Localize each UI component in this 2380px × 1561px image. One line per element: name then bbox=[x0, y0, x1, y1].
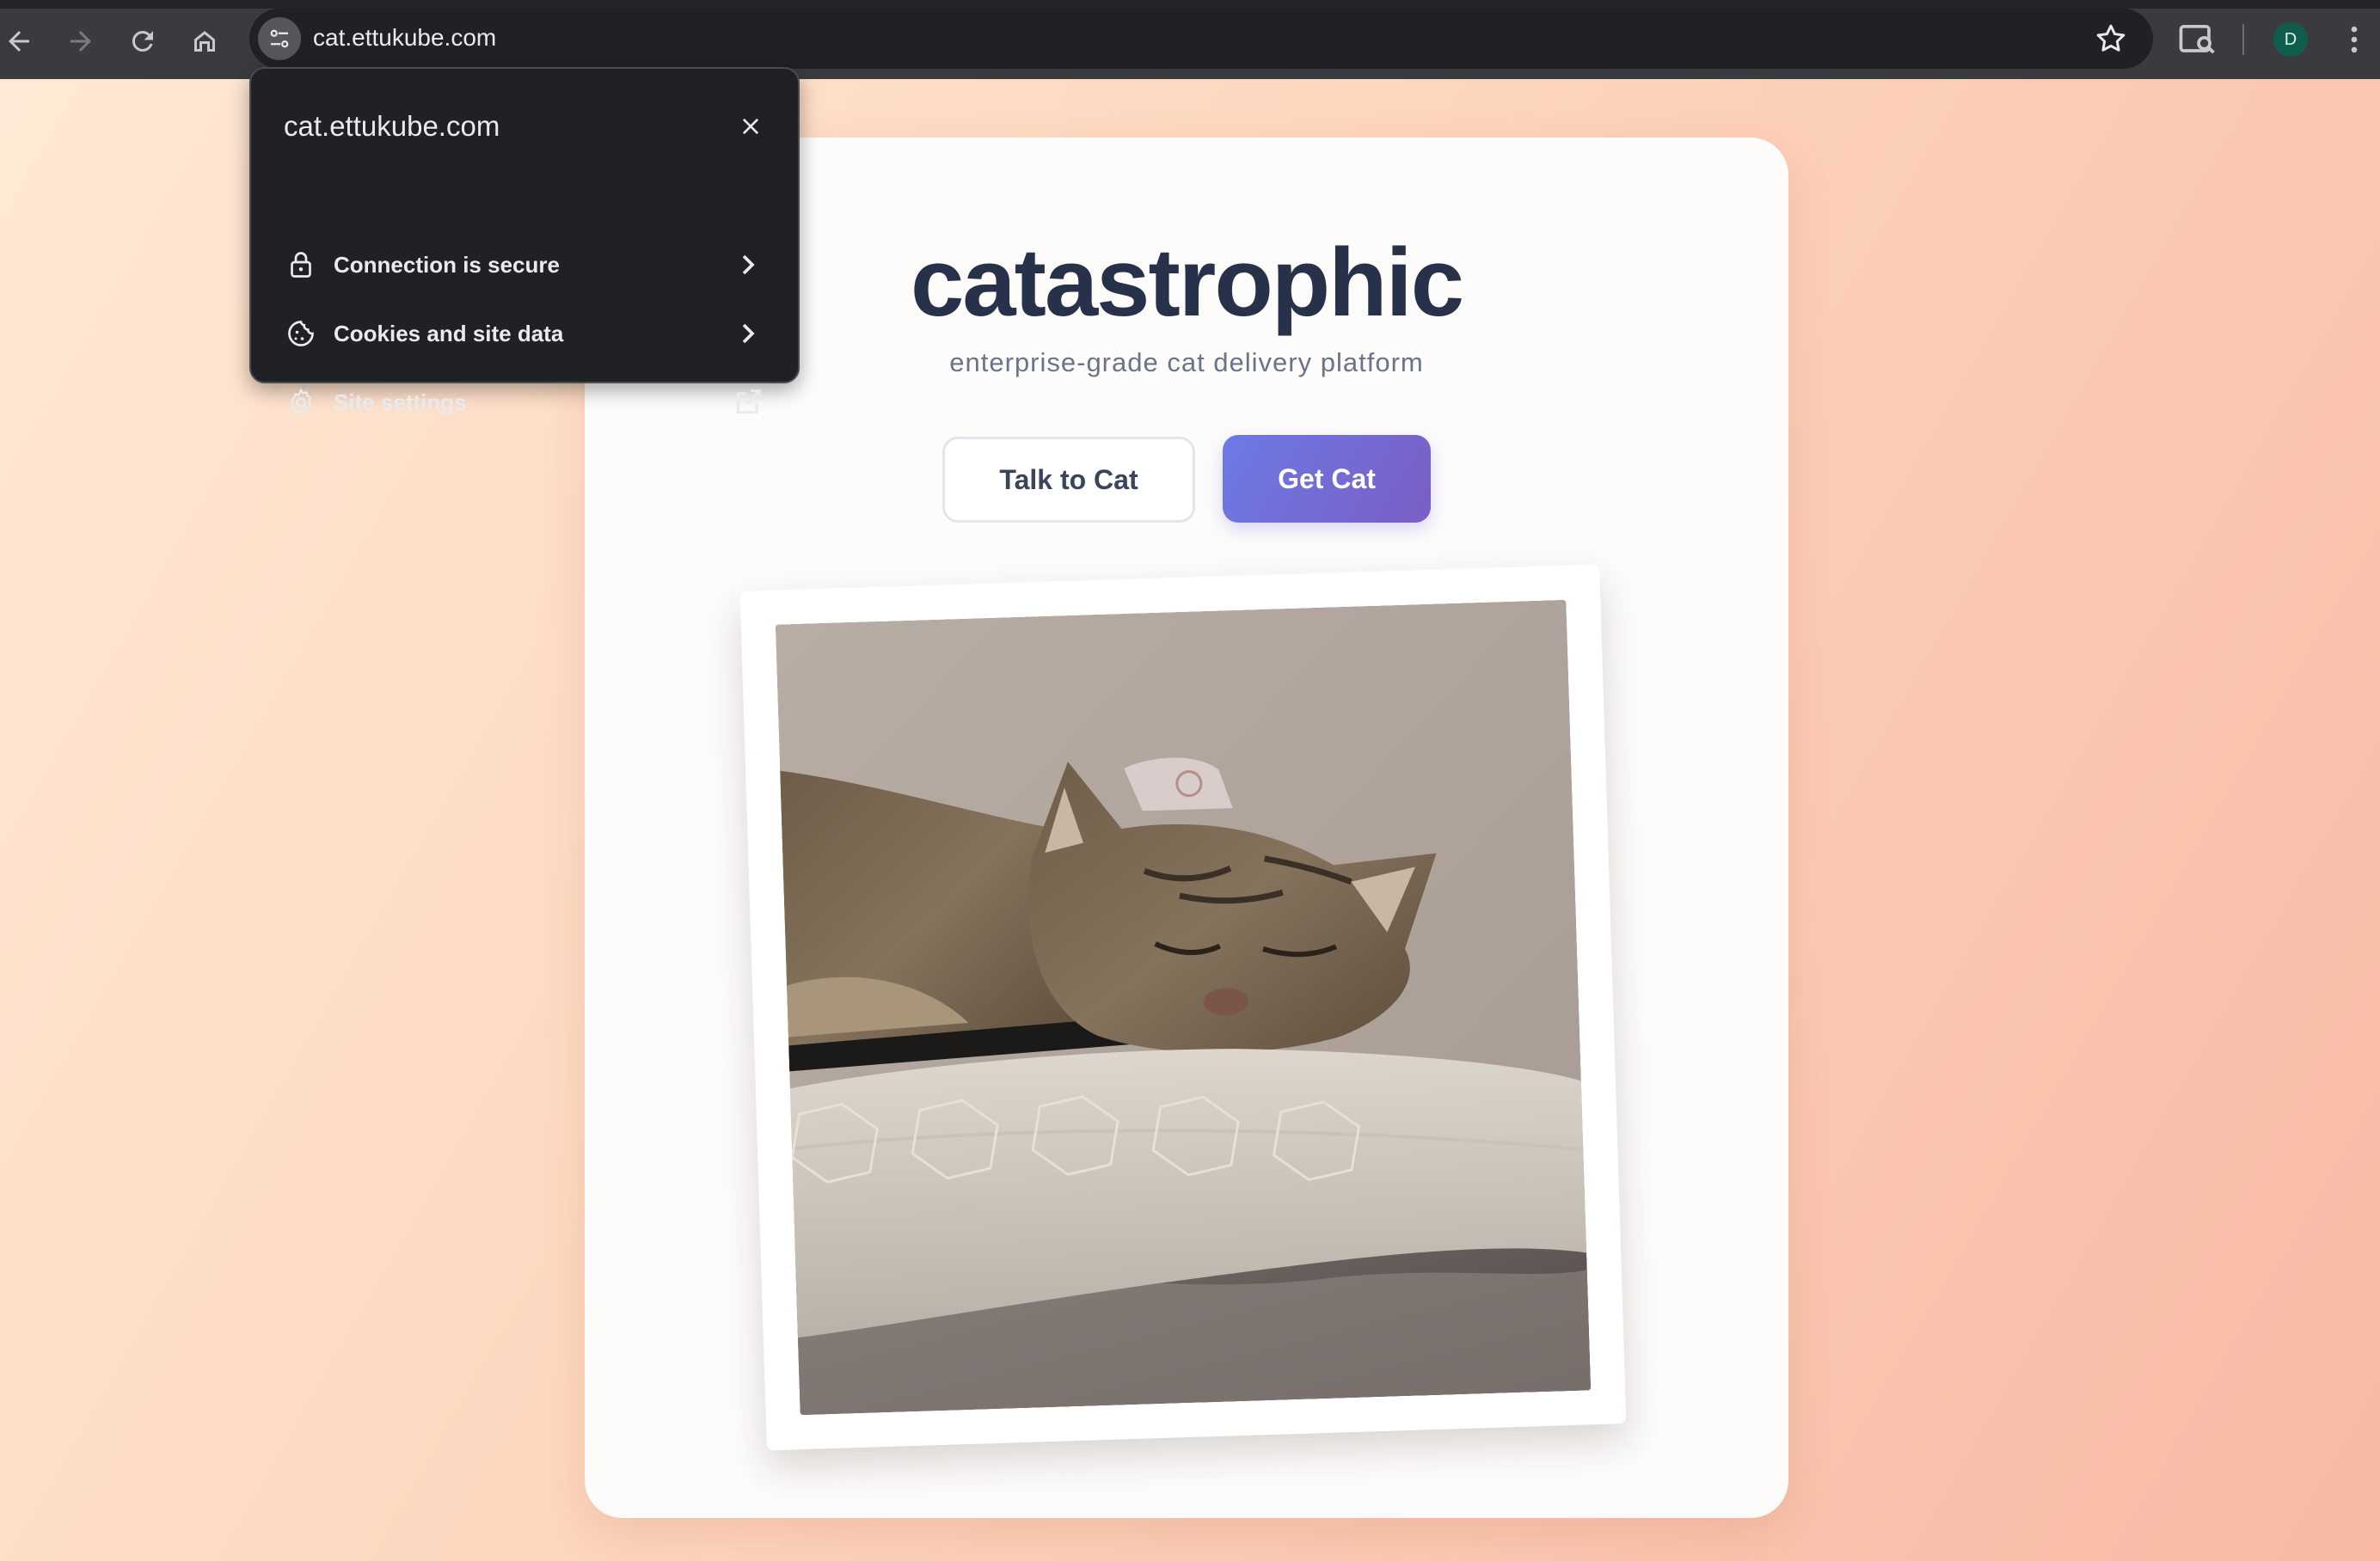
cat-photo bbox=[775, 599, 1592, 1416]
open-in-new-icon bbox=[736, 389, 761, 414]
search-page-icon[interactable] bbox=[2175, 17, 2220, 62]
back-button[interactable] bbox=[0, 15, 45, 67]
popup-title: cat.ettukube.com bbox=[284, 110, 500, 142]
site-settings-item[interactable]: Site settings bbox=[251, 370, 798, 435]
lock-icon bbox=[291, 252, 311, 278]
cat-photo-illustration bbox=[775, 599, 1592, 1416]
site-info-button[interactable] bbox=[258, 17, 301, 60]
kebab-menu-icon[interactable] bbox=[2335, 21, 2373, 58]
get-cat-button[interactable]: Get Cat bbox=[1223, 435, 1431, 523]
arrow-right-icon bbox=[71, 31, 91, 52]
gear-icon bbox=[290, 389, 312, 416]
reload-icon bbox=[132, 30, 153, 52]
address-bar[interactable]: cat.ettukube.com bbox=[249, 9, 2153, 69]
chevron-right-icon bbox=[742, 254, 755, 275]
url-text[interactable]: cat.ettukube.com bbox=[313, 24, 496, 52]
forward-button[interactable] bbox=[55, 15, 107, 67]
tab-strip-edge bbox=[0, 0, 2380, 9]
close-icon bbox=[742, 118, 759, 135]
cookie-icon bbox=[288, 321, 314, 346]
cookies-site-data-item[interactable]: Cookies and site data bbox=[251, 301, 798, 366]
tune-icon bbox=[270, 29, 289, 48]
connection-secure-item[interactable]: Connection is secure bbox=[251, 232, 798, 297]
connection-secure-label: Connection is secure bbox=[334, 251, 560, 278]
close-button[interactable] bbox=[733, 108, 769, 144]
arrow-left-icon bbox=[9, 31, 29, 52]
cookies-site-data-label: Cookies and site data bbox=[334, 320, 564, 346]
photo-frame bbox=[739, 564, 1627, 1451]
site-settings-label: Site settings bbox=[334, 389, 467, 415]
home-button[interactable] bbox=[179, 15, 230, 67]
chevron-right-icon bbox=[742, 323, 755, 344]
talk-to-cat-button[interactable]: Talk to Cat bbox=[942, 437, 1195, 523]
home-icon bbox=[194, 31, 215, 52]
toolbar-divider bbox=[2242, 24, 2244, 55]
site-info-popup: cat.ettukube.com Connection is secure Co… bbox=[249, 67, 800, 416]
profile-avatar[interactable]: D bbox=[2273, 22, 2308, 57]
star-icon[interactable] bbox=[2093, 21, 2129, 57]
reload-button[interactable] bbox=[117, 15, 169, 67]
